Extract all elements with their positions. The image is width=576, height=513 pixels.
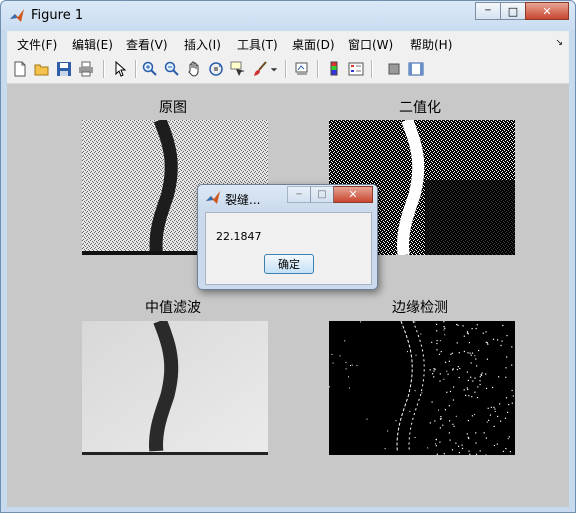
pan-button[interactable] xyxy=(185,60,203,78)
plot-title-binarized: 二值化 xyxy=(399,100,441,116)
menu-bar: 文件(F) 编辑(E) 查看(V) 插入(I) 工具(T) 桌面(D) 窗口(W… xyxy=(7,33,569,55)
close-icon: ✕ xyxy=(348,188,358,201)
zoom-out-button[interactable] xyxy=(163,60,181,78)
dialog-title: 裂缝... xyxy=(225,193,261,207)
menu-desktop[interactable]: 桌面(D) xyxy=(292,36,335,53)
window-title: Figure 1 xyxy=(31,8,84,23)
toolbar-separator xyxy=(103,60,105,78)
message-dialog[interactable]: 裂缝... ─ □ ✕ 22.1847 确定 xyxy=(197,184,378,290)
plot-title-median-filter: 中值滤波 xyxy=(145,300,201,316)
pan-hand-icon xyxy=(188,61,199,77)
brush-button[interactable] xyxy=(251,60,269,78)
ok-button[interactable]: 确定 xyxy=(264,254,314,274)
print-icon xyxy=(79,61,93,77)
show-plot-tools-button[interactable] xyxy=(407,60,425,78)
plot-title-edge-detection: 边缘检测 xyxy=(392,300,448,316)
menu-edit[interactable]: 编辑(E) xyxy=(72,36,113,53)
maximize-button[interactable]: □ xyxy=(500,2,526,20)
open-file-button[interactable] xyxy=(33,60,51,78)
menu-tools[interactable]: 工具(T) xyxy=(237,36,278,53)
close-icon: ✕ xyxy=(542,4,552,18)
legend-button[interactable] xyxy=(347,60,365,78)
hide-plot-tools-button[interactable] xyxy=(385,60,403,78)
toolbar-separator xyxy=(371,60,373,78)
show-plot-tools-icon xyxy=(408,62,424,76)
plot-title-original: 原图 xyxy=(159,100,187,116)
toolbar-separator xyxy=(135,60,137,78)
maximize-icon: □ xyxy=(317,189,327,200)
dialog-message: 22.1847 xyxy=(216,230,262,243)
close-button[interactable]: ✕ xyxy=(525,2,569,20)
menu-overflow-icon[interactable]: ↘ xyxy=(555,38,563,48)
menu-help[interactable]: 帮助(H) xyxy=(410,36,452,53)
minimize-icon: ─ xyxy=(296,189,302,200)
figure-canvas: 原图 二值化 中值滤波 边缘检测 xyxy=(7,84,569,507)
colorbar-icon xyxy=(330,61,338,76)
new-figure-button[interactable] xyxy=(11,60,29,78)
edge-detection-image[interactable] xyxy=(329,321,515,455)
new-figure-icon xyxy=(14,61,26,77)
dialog-minimize-button[interactable]: ─ xyxy=(287,186,311,203)
menu-insert[interactable]: 插入(I) xyxy=(184,36,221,53)
zoom-in-button[interactable] xyxy=(141,60,159,78)
minimize-button[interactable]: ─ xyxy=(475,2,501,20)
pointer-button[interactable] xyxy=(111,60,129,78)
colorbar-button[interactable] xyxy=(325,60,343,78)
figure-window: Figure 1 ─ □ ✕ 文件(F) 编辑(E) 查看(V) 插入(I) 工… xyxy=(0,0,576,513)
menu-file[interactable]: 文件(F) xyxy=(17,36,57,53)
data-cursor-button[interactable] xyxy=(229,60,247,78)
maximize-icon: □ xyxy=(507,4,519,18)
brush-dropdown-icon xyxy=(270,68,278,72)
legend-icon xyxy=(348,62,364,76)
matlab-logo-icon xyxy=(10,9,24,22)
zoom-out-icon xyxy=(164,61,179,76)
toolbar-separator xyxy=(317,60,319,78)
brush-icon xyxy=(254,61,267,76)
dialog-maximize-button[interactable]: □ xyxy=(310,186,334,203)
dialog-close-button[interactable]: ✕ xyxy=(333,186,373,203)
rotate-3d-icon xyxy=(209,62,223,76)
zoom-in-icon xyxy=(142,61,157,76)
menu-window[interactable]: 窗口(W) xyxy=(348,36,393,53)
menu-view[interactable]: 查看(V) xyxy=(126,36,168,53)
print-button[interactable] xyxy=(77,60,95,78)
save-button[interactable] xyxy=(55,60,73,78)
link-plot-button[interactable] xyxy=(293,60,311,78)
median-filtered-image[interactable] xyxy=(82,321,268,455)
minimize-icon: ─ xyxy=(485,6,491,16)
pointer-icon xyxy=(115,61,127,77)
brush-dropdown-button[interactable] xyxy=(269,60,279,78)
toolbar-separator xyxy=(285,60,287,78)
link-plot-icon xyxy=(295,62,308,75)
data-cursor-icon xyxy=(230,61,245,76)
matlab-logo-icon xyxy=(206,191,220,204)
hide-plot-tools-icon xyxy=(388,63,400,75)
dialog-body: 22.1847 确定 xyxy=(205,212,372,285)
title-bar[interactable]: Figure 1 ─ □ ✕ xyxy=(1,1,575,31)
toolbar xyxy=(7,55,569,84)
save-icon xyxy=(57,62,71,76)
rotate-3d-button[interactable] xyxy=(207,60,225,78)
open-file-icon xyxy=(34,64,49,76)
